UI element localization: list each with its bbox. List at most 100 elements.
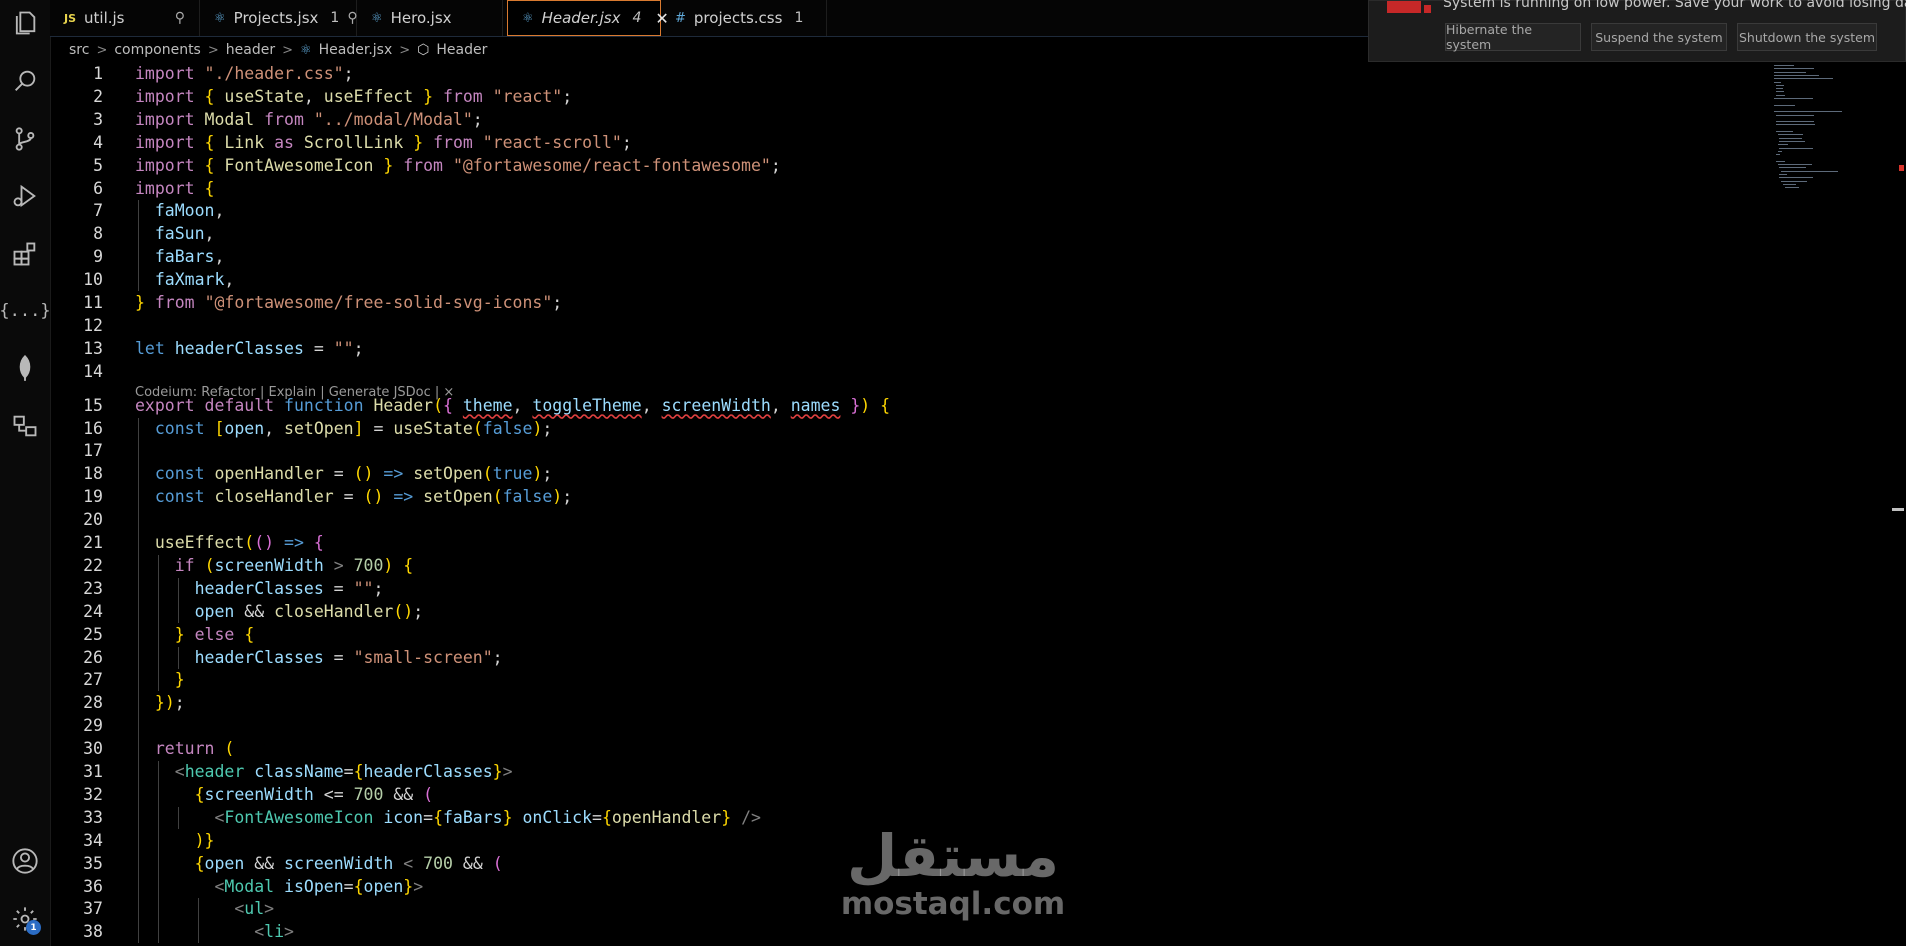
settings-gear-icon[interactable]: 1 <box>7 901 43 937</box>
code-line[interactable]: 29 <box>50 715 1770 737</box>
tab-util-js[interactable]: JS util.js ⚲ <box>50 0 200 36</box>
line-number[interactable]: 30 <box>50 738 103 760</box>
code-text[interactable]: {open && screenWidth < 700 && ( <box>135 853 503 875</box>
code-text[interactable]: } <box>135 669 185 691</box>
line-number[interactable]: 29 <box>50 715 103 737</box>
code-line[interactable]: 13 let headerClasses = ""; <box>50 338 1770 360</box>
code-editor[interactable]: 1 import "./header.css"; 2 import { useStat… <box>50 63 1770 946</box>
line-number[interactable]: 7 <box>50 200 103 222</box>
code-line[interactable]: 5 import { FontAwesomeIcon } from "@forta… <box>50 155 1770 177</box>
line-number[interactable]: 26 <box>50 647 103 669</box>
code-line[interactable]: 32 {screenWidth <= 700 && ( <box>50 784 1770 806</box>
tab-header-jsx[interactable]: ⚛ Header.jsx 4 ✕ <box>507 0 669 36</box>
code-text[interactable]: <FontAwesomeIcon icon={faBars} onClick={… <box>135 807 760 829</box>
line-number[interactable]: 33 <box>50 807 103 829</box>
run-debug-icon[interactable] <box>7 178 43 214</box>
line-number[interactable]: 9 <box>50 246 103 268</box>
line-number[interactable]: 22 <box>50 555 103 577</box>
code-text[interactable]: } else { <box>135 624 255 646</box>
code-line[interactable]: 30 return ( <box>50 738 1770 760</box>
code-text[interactable]: )} <box>135 830 215 852</box>
code-line[interactable]: 20 <box>50 509 1770 531</box>
breadcrumb-item[interactable]: components <box>114 42 201 58</box>
line-number[interactable]: 34 <box>50 830 103 852</box>
breadcrumb-item[interactable]: header <box>226 42 275 58</box>
code-text[interactable]: <ul> <box>135 898 274 920</box>
line-number[interactable]: 21 <box>50 532 103 554</box>
code-line[interactable]: 28 }); <box>50 692 1770 714</box>
line-number[interactable]: 35 <box>50 853 103 875</box>
code-line[interactable]: 27 } <box>50 669 1770 691</box>
remote-explorer-icon[interactable] <box>7 408 43 444</box>
code-text[interactable]: import { useState, useEffect } from "rea… <box>135 86 572 108</box>
code-line[interactable]: 19 const closeHandler = () => setOpen(fa… <box>50 486 1770 508</box>
code-text[interactable]: <header className={headerClasses}> <box>135 761 513 783</box>
line-number[interactable]: 16 <box>50 418 103 440</box>
breadcrumb-item[interactable]: Header <box>436 42 487 58</box>
code-line[interactable]: 18 const openHandler = () => setOpen(tru… <box>50 463 1770 485</box>
mongodb-leaf-icon[interactable] <box>7 350 43 386</box>
code-line[interactable]: 31 <header className={headerClasses}> <box>50 761 1770 783</box>
extensions-icon[interactable] <box>7 236 43 272</box>
code-text[interactable]: let headerClasses = ""; <box>135 338 364 360</box>
code-text[interactable]: import { <box>135 178 214 200</box>
line-number[interactable]: 27 <box>50 669 103 691</box>
line-number[interactable]: 3 <box>50 109 103 131</box>
line-number[interactable]: 31 <box>50 761 103 783</box>
line-number[interactable]: 18 <box>50 463 103 485</box>
tab-projects-jsx[interactable]: ⚛ Projects.jsx 1 ⚲ <box>200 0 358 36</box>
minimap[interactable] <box>1770 63 1906 946</box>
code-line[interactable]: 16 const [open, setOpen] = useState(fals… <box>50 418 1770 440</box>
code-text[interactable]: import { FontAwesomeIcon } from "@fortaw… <box>135 155 781 177</box>
breadcrumb-item[interactable]: Header.jsx <box>319 42 393 58</box>
line-number[interactable]: 15 <box>50 395 103 417</box>
line-number[interactable]: 37 <box>50 898 103 920</box>
code-text[interactable]: faBars, <box>135 246 225 268</box>
code-text[interactable]: import Modal from "../modal/Modal"; <box>135 109 483 131</box>
tab-hero-jsx[interactable]: ⚛ Hero.jsx <box>357 0 503 36</box>
line-number[interactable]: 2 <box>50 86 103 108</box>
shutdown-button[interactable]: Shutdown the system <box>1737 23 1877 51</box>
line-number[interactable]: 10 <box>50 269 103 291</box>
code-text[interactable]: const openHandler = () => setOpen(true); <box>135 463 552 485</box>
line-number[interactable]: 5 <box>50 155 103 177</box>
line-number[interactable]: 17 <box>50 440 103 462</box>
code-line[interactable]: 7 faMoon, <box>50 200 1770 222</box>
code-text[interactable]: const closeHandler = () => setOpen(false… <box>135 486 572 508</box>
codeium-codelens[interactable]: Codeium: Refactor | Explain | Generate J… <box>135 385 454 400</box>
line-number[interactable]: 11 <box>50 292 103 314</box>
line-number[interactable]: 24 <box>50 601 103 623</box>
code-line[interactable]: 8 faSun, <box>50 223 1770 245</box>
code-line[interactable]: 12 <box>50 315 1770 337</box>
breadcrumb-item[interactable]: src <box>69 42 89 58</box>
suspend-button[interactable]: Suspend the system <box>1591 23 1727 51</box>
code-line[interactable]: 24 open && closeHandler(); <box>50 601 1770 623</box>
line-number[interactable]: 36 <box>50 876 103 898</box>
line-number[interactable]: 12 <box>50 315 103 337</box>
code-text[interactable]: useEffect(() => { <box>135 532 324 554</box>
code-line[interactable]: 4 import { Link as ScrollLink } from "rea… <box>50 132 1770 154</box>
line-number[interactable]: 20 <box>50 509 103 531</box>
code-line[interactable]: 14 <box>50 361 1770 383</box>
code-line[interactable]: 1 import "./header.css"; <box>50 63 1770 85</box>
line-number[interactable]: 25 <box>50 624 103 646</box>
code-text[interactable]: } from "@fortawesome/free-solid-svg-icon… <box>135 292 562 314</box>
code-line[interactable]: 2 import { useState, useEffect } from "re… <box>50 86 1770 108</box>
line-number[interactable]: 19 <box>50 486 103 508</box>
code-text[interactable]: const [open, setOpen] = useState(false); <box>135 418 552 440</box>
pin-icon[interactable]: ⚲ <box>175 10 185 26</box>
code-text[interactable]: headerClasses = ""; <box>135 578 384 600</box>
code-text[interactable]: {screenWidth <= 700 && ( <box>135 784 433 806</box>
code-text[interactable]: faMoon, <box>135 200 225 222</box>
hibernate-button[interactable]: Hibernate the system <box>1445 22 1581 52</box>
code-line[interactable]: 22 if (screenWidth > 700) { <box>50 555 1770 577</box>
code-line[interactable]: 23 headerClasses = ""; <box>50 578 1770 600</box>
code-text[interactable]: <Modal isOpen={open}> <box>135 876 423 898</box>
source-control-icon[interactable] <box>7 121 43 157</box>
line-number[interactable]: 38 <box>50 921 103 943</box>
code-text[interactable]: return ( <box>135 738 234 760</box>
code-text[interactable]: }); <box>135 692 185 714</box>
code-line[interactable]: 6 import { <box>50 178 1770 200</box>
code-line[interactable]: 25 } else { <box>50 624 1770 646</box>
search-icon[interactable] <box>7 63 43 99</box>
